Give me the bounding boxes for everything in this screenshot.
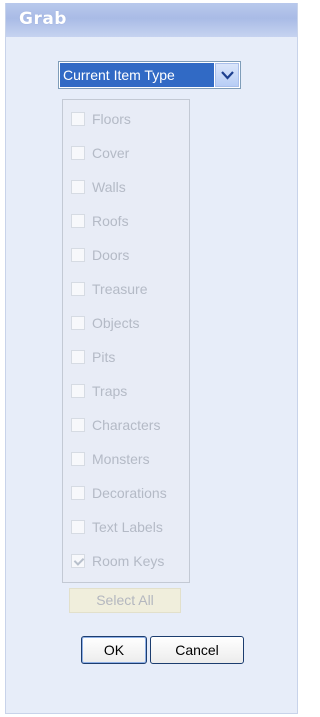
filter-item-doors[interactable]: Doors xyxy=(71,244,189,266)
filter-label: Floors xyxy=(92,111,131,127)
filter-label: Doors xyxy=(92,247,130,263)
filter-item-decorations[interactable]: Decorations xyxy=(71,482,189,504)
filter-item-text-labels[interactable]: Text Labels xyxy=(71,516,189,538)
filter-checkbox[interactable] xyxy=(71,180,85,194)
filter-label: Cover xyxy=(92,145,130,161)
select-all-button[interactable]: Select All xyxy=(69,588,181,613)
filter-checkbox[interactable] xyxy=(71,418,85,432)
ok-button[interactable]: OK xyxy=(81,636,147,664)
filter-label: Pits xyxy=(92,349,116,365)
chevron-down-icon xyxy=(221,71,234,80)
filter-label: Roofs xyxy=(92,213,129,229)
filter-checkbox[interactable] xyxy=(71,384,85,398)
filter-item-walls[interactable]: Walls xyxy=(71,176,189,198)
filter-label: Treasure xyxy=(92,281,148,297)
filter-label: Traps xyxy=(92,383,128,399)
filter-label: Room Keys xyxy=(92,553,165,569)
grab-dialog: Grab Current Item Type Floors Cover Wall… xyxy=(5,3,298,714)
filter-checkbox[interactable] xyxy=(71,316,85,330)
filter-label: Decorations xyxy=(92,485,167,501)
filter-label: Text Labels xyxy=(92,519,163,535)
title-bar: Grab xyxy=(6,3,297,37)
filter-label: Objects xyxy=(92,315,140,331)
filter-item-objects[interactable]: Objects xyxy=(71,312,189,334)
filter-item-floors[interactable]: Floors xyxy=(71,108,189,130)
filter-item-monsters[interactable]: Monsters xyxy=(71,448,189,470)
dropdown-button[interactable] xyxy=(215,63,239,87)
filter-checkbox[interactable] xyxy=(71,452,85,466)
filter-item-traps[interactable]: Traps xyxy=(71,380,189,402)
filter-checkbox[interactable] xyxy=(71,112,85,126)
filter-item-pits[interactable]: Pits xyxy=(71,346,189,368)
filter-checkbox[interactable] xyxy=(71,248,85,262)
filter-item-room-keys[interactable]: Room Keys xyxy=(71,550,189,572)
item-type-select[interactable]: Current Item Type xyxy=(58,61,241,89)
item-type-select-value: Current Item Type xyxy=(60,63,214,87)
filter-checkbox[interactable] xyxy=(71,520,85,534)
filter-label: Monsters xyxy=(92,451,150,467)
filter-checkbox-checked[interactable] xyxy=(71,554,85,568)
filter-item-roofs[interactable]: Roofs xyxy=(71,210,189,232)
filter-checkbox[interactable] xyxy=(71,350,85,364)
filter-item-treasure[interactable]: Treasure xyxy=(71,278,189,300)
filter-checkbox[interactable] xyxy=(71,214,85,228)
filter-label: Walls xyxy=(92,179,126,195)
filter-checkbox[interactable] xyxy=(71,282,85,296)
cancel-button[interactable]: Cancel xyxy=(150,636,244,664)
filter-checkbox[interactable] xyxy=(71,486,85,500)
filter-item-characters[interactable]: Characters xyxy=(71,414,189,436)
filter-list: Floors Cover Walls Roofs Doors Treasure … xyxy=(62,99,190,583)
dialog-title: Grab xyxy=(19,9,67,29)
filter-item-cover[interactable]: Cover xyxy=(71,142,189,164)
filter-label: Characters xyxy=(92,417,161,433)
filter-checkbox[interactable] xyxy=(71,146,85,160)
